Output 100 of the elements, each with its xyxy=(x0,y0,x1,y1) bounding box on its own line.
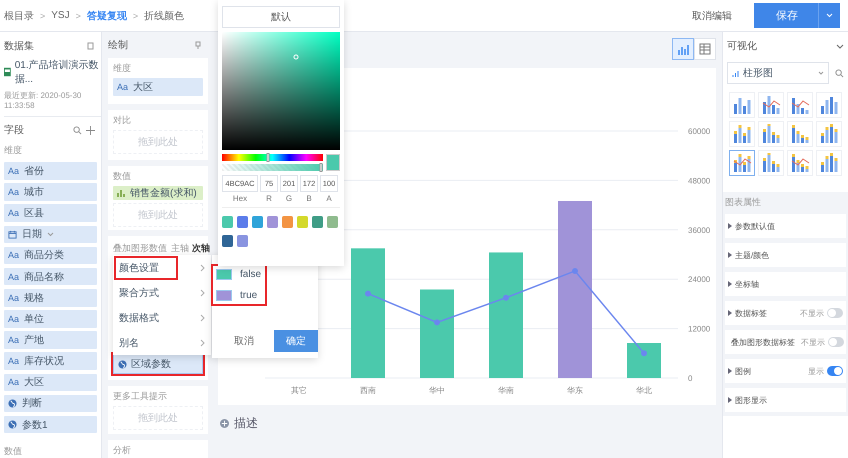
breadcrumb-item[interactable]: YSJ xyxy=(51,10,70,21)
color-preview xyxy=(326,154,340,171)
axis-tick-label: 华南 xyxy=(498,386,514,395)
field-item[interactable]: 区域参数 xyxy=(113,354,203,374)
axis-tick-label: 华北 xyxy=(636,386,652,395)
search-icon[interactable] xyxy=(73,126,82,135)
color-swatch[interactable] xyxy=(237,216,248,228)
color-swatch[interactable] xyxy=(282,216,293,228)
color-swatch[interactable] xyxy=(237,235,248,247)
field-item[interactable]: Aa 规格 xyxy=(4,289,97,307)
text-type-icon: Aa xyxy=(117,82,128,92)
add-icon[interactable] xyxy=(86,126,95,135)
save-button[interactable]: 保存 xyxy=(754,3,840,28)
color-swatch[interactable] xyxy=(312,216,323,228)
bar-chart-icon xyxy=(677,43,689,55)
panel-title: 可视化 xyxy=(727,40,757,53)
chart-view-button[interactable] xyxy=(672,38,694,60)
color-swatch[interactable] xyxy=(222,235,233,247)
property-row[interactable]: 叠加图形数据标签 不显示 xyxy=(725,330,846,354)
toggle-switch[interactable] xyxy=(827,308,843,318)
input-label: R xyxy=(265,194,273,203)
property-row[interactable]: 坐标轴 xyxy=(725,272,846,296)
alpha-slider-thumb[interactable] xyxy=(319,163,322,172)
chart-type-select[interactable]: 柱形图 xyxy=(727,62,829,84)
cancel-button[interactable]: 取消 xyxy=(228,330,260,352)
text-type-icon: Aa xyxy=(8,166,20,176)
property-row[interactable]: 主题/颜色 xyxy=(725,243,846,267)
field-item[interactable]: Aa 产地 xyxy=(4,331,97,349)
zone-label: 更多工具提示 xyxy=(113,390,168,403)
field-item[interactable]: 参数1 xyxy=(4,416,97,434)
property-label: 叠加图形数据标签 xyxy=(731,336,795,348)
field-item[interactable]: Aa 区县 xyxy=(4,204,97,222)
alpha-slider[interactable] xyxy=(222,164,323,171)
field-item[interactable]: Aa 大区 xyxy=(4,374,97,392)
chevron-down-icon xyxy=(818,71,824,75)
field-item[interactable]: Aa 省份 xyxy=(4,162,97,180)
field-item[interactable]: Aa 库存状况 xyxy=(4,352,97,370)
field-item[interactable]: Aa 单位 xyxy=(4,310,97,328)
chevron-down-icon[interactable] xyxy=(836,44,844,48)
color-chip[interactable] xyxy=(216,290,232,301)
axis-tick-label: 60000 xyxy=(688,127,710,136)
zone-label: 维度 xyxy=(113,62,132,75)
table-view-button[interactable] xyxy=(694,38,716,60)
dataset-name[interactable]: 01.产品培训演示数据... xyxy=(14,58,101,86)
default-color-button[interactable]: 默认 xyxy=(222,6,340,28)
property-row[interactable]: 图例 显示 xyxy=(725,359,846,383)
confirm-button[interactable]: 确定 xyxy=(274,330,318,352)
field-item[interactable]: 日期 xyxy=(4,226,97,244)
toggle-switch[interactable] xyxy=(828,337,844,347)
saturation-area[interactable] xyxy=(222,32,340,150)
field-item[interactable]: 判断 xyxy=(4,394,97,412)
chart-type-icon xyxy=(761,124,781,144)
property-label: 图例 xyxy=(735,366,751,376)
menu-item[interactable]: 别名 xyxy=(113,330,211,355)
section-title: 字段 xyxy=(4,124,24,138)
menu-item[interactable]: 数据格式 xyxy=(113,305,211,330)
expand-arrow-icon xyxy=(728,252,732,258)
hue-slider-thumb[interactable] xyxy=(266,153,270,162)
property-row[interactable]: 参数默认值 xyxy=(725,214,846,238)
text-type-icon: Aa xyxy=(8,272,20,282)
axis-tick-label: 华中 xyxy=(429,386,445,395)
color-swatch[interactable] xyxy=(327,216,338,228)
chart-type-icon xyxy=(732,153,752,173)
property-row[interactable]: 图形显示 xyxy=(725,388,846,412)
chart-type-icon xyxy=(790,153,810,173)
breadcrumb-item[interactable]: 根目录 xyxy=(4,8,34,22)
color-chip[interactable] xyxy=(216,269,232,280)
chart-type-icon xyxy=(819,153,839,173)
axis-tick-label: 其它 xyxy=(291,386,307,395)
field-item[interactable]: Aa 商品分类 xyxy=(4,246,97,264)
chart-type-icon xyxy=(819,124,839,144)
breadcrumb-item[interactable]: 答疑复现 xyxy=(86,8,127,22)
cancel-edit-link[interactable]: 取消编辑 xyxy=(692,8,732,22)
axis-option[interactable]: 次轴 xyxy=(192,242,210,254)
expand-arrow-icon xyxy=(728,397,732,403)
text-type-icon: Aa xyxy=(8,377,20,388)
field-item[interactable]: Aa 大区 xyxy=(113,78,203,96)
breadcrumb-item[interactable]: 折线颜色 xyxy=(144,8,184,22)
field-item[interactable]: Aa 商品名称 xyxy=(4,268,97,286)
color-swatch[interactable] xyxy=(267,216,278,228)
field-item[interactable]: Aa 城市 xyxy=(4,183,97,201)
axis-tick-label: 0 xyxy=(688,374,692,383)
plus-circle-icon[interactable] xyxy=(220,419,229,428)
chart-type-option[interactable] xyxy=(729,150,755,176)
axis-tick-label: 48000 xyxy=(688,176,710,186)
color-cursor[interactable] xyxy=(293,54,298,60)
color-swatch[interactable] xyxy=(222,216,233,228)
menu-item[interactable]: 颜色设置 xyxy=(113,255,211,280)
search-icon[interactable] xyxy=(835,68,844,78)
color-swatch[interactable] xyxy=(297,216,308,228)
bar xyxy=(627,343,661,378)
field-item[interactable]: 销售金额(求和) xyxy=(113,186,203,200)
property-row[interactable]: 数据标签 不显示 xyxy=(725,301,846,325)
chevron-down-icon xyxy=(47,232,54,237)
menu-item[interactable]: 聚合方式 xyxy=(113,280,211,305)
hue-slider[interactable] xyxy=(222,154,323,161)
group-label: 数值 xyxy=(4,444,23,458)
toggle-switch[interactable] xyxy=(827,366,843,376)
color-swatch[interactable] xyxy=(252,216,263,228)
expand-arrow-icon xyxy=(728,310,732,316)
